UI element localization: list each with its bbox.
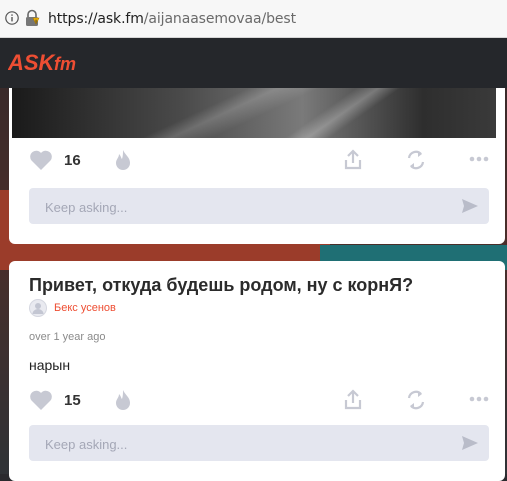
svg-text:ASK: ASK xyxy=(8,50,57,75)
askfm-logo[interactable]: ASK fm xyxy=(8,48,88,78)
timestamp[interactable]: over 1 year ago xyxy=(29,331,105,343)
share-icon[interactable] xyxy=(343,149,363,171)
repeat-icon[interactable] xyxy=(405,149,427,171)
avatar-icon xyxy=(29,299,47,317)
url-text[interactable]: https://ask.fm/aijanaasemovaa/best xyxy=(48,11,296,27)
lock-icon[interactable] xyxy=(24,9,40,27)
like-count: 15 xyxy=(64,392,81,409)
answer-text: нарын xyxy=(29,357,71,373)
heart-icon[interactable] xyxy=(29,389,53,411)
fire-icon[interactable] xyxy=(113,149,133,171)
like-count: 16 xyxy=(64,152,81,169)
action-bar: 15 xyxy=(9,389,505,419)
url-path: /aijanaasemovaa/best xyxy=(143,11,297,27)
send-icon[interactable] xyxy=(461,435,479,451)
url-host: https://ask.fm xyxy=(48,11,144,27)
info-icon[interactable] xyxy=(5,11,19,25)
browser-url-bar[interactable]: https://ask.fm/aijanaasemovaa/best xyxy=(0,0,507,38)
more-icon[interactable] xyxy=(469,395,489,403)
asker-name[interactable]: Бекс усенов xyxy=(54,302,116,314)
answer-photo[interactable] xyxy=(12,88,496,138)
more-icon[interactable] xyxy=(469,155,489,163)
svg-text:fm: fm xyxy=(54,54,76,74)
action-bar: 16 xyxy=(9,149,505,179)
keep-asking-input[interactable] xyxy=(29,188,467,226)
question-text: Привет, откуда будешь родом, ну с корнЯ? xyxy=(29,275,414,295)
keep-asking-input[interactable] xyxy=(29,425,467,463)
fire-icon[interactable] xyxy=(113,389,133,411)
app-header: ASK fm xyxy=(0,38,507,88)
answer-card: Привет, откуда будешь родом, ну с корнЯ?… xyxy=(9,261,505,481)
keep-asking-field[interactable] xyxy=(29,425,489,463)
repeat-icon[interactable] xyxy=(405,389,427,411)
keep-asking-field[interactable] xyxy=(29,188,489,226)
send-icon[interactable] xyxy=(461,198,479,214)
heart-icon[interactable] xyxy=(29,149,53,171)
share-icon[interactable] xyxy=(343,389,363,411)
